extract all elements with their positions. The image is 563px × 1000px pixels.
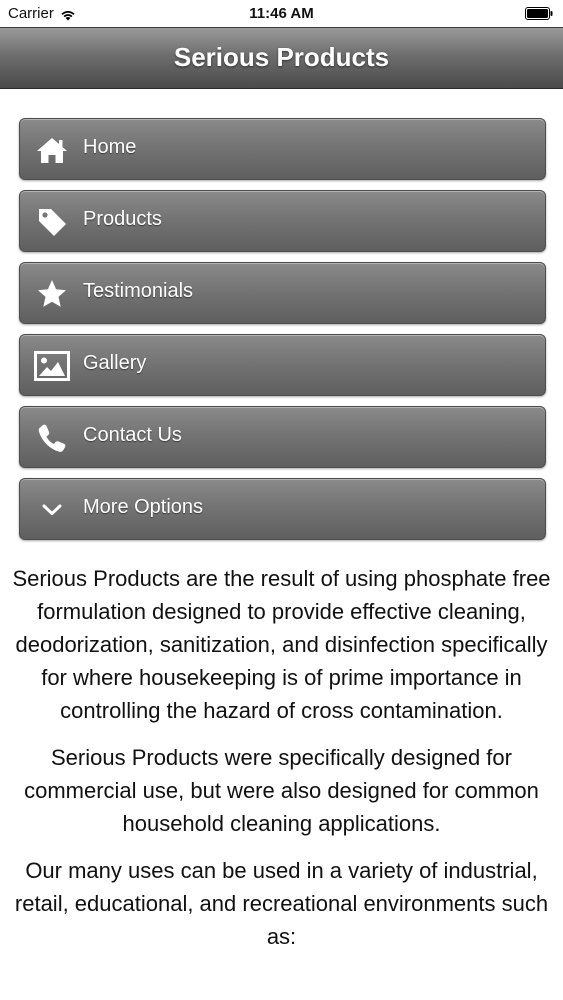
phone-icon bbox=[34, 422, 70, 454]
menu-item-label: Contact Us bbox=[83, 424, 182, 446]
menu-item-label: Products bbox=[83, 208, 162, 230]
page-title: Serious Products bbox=[173, 42, 390, 72]
app-header: Serious Products bbox=[0, 27, 563, 89]
menu-item-gallery[interactable]: Gallery bbox=[19, 334, 546, 396]
chevron-down-icon bbox=[34, 494, 70, 526]
content-paragraph-1: Serious Products are the result of using… bbox=[12, 566, 551, 723]
menu-item-label: Home bbox=[83, 136, 137, 158]
content-paragraph-3: Our many uses can be used in a variety o… bbox=[14, 858, 549, 949]
menu-item-testimonials[interactable]: Testimonials bbox=[19, 262, 546, 324]
page-content: Serious Products are the result of using… bbox=[10, 562, 553, 967]
menu-item-products[interactable]: Products bbox=[19, 190, 546, 252]
main-menu: Home Products Testimonials Gallery Conta… bbox=[19, 118, 546, 550]
tag-icon bbox=[34, 206, 70, 238]
menu-item-home[interactable]: Home bbox=[19, 118, 546, 180]
home-icon bbox=[34, 134, 70, 166]
menu-item-more-options[interactable]: More Options bbox=[19, 478, 546, 540]
menu-item-label: Gallery bbox=[83, 352, 147, 374]
menu-item-label: More Options bbox=[83, 496, 204, 518]
battery-icon bbox=[525, 7, 553, 20]
status-time: 11:46 AM bbox=[249, 5, 314, 22]
star-icon bbox=[34, 278, 70, 310]
menu-item-contact-us[interactable]: Contact Us bbox=[19, 406, 546, 468]
menu-item-label: Testimonials bbox=[83, 280, 194, 302]
image-icon bbox=[34, 350, 70, 382]
status-bar: Carrier 11:46 AM bbox=[0, 0, 563, 27]
content-paragraph-2: Serious Products were specifically desig… bbox=[24, 745, 539, 836]
